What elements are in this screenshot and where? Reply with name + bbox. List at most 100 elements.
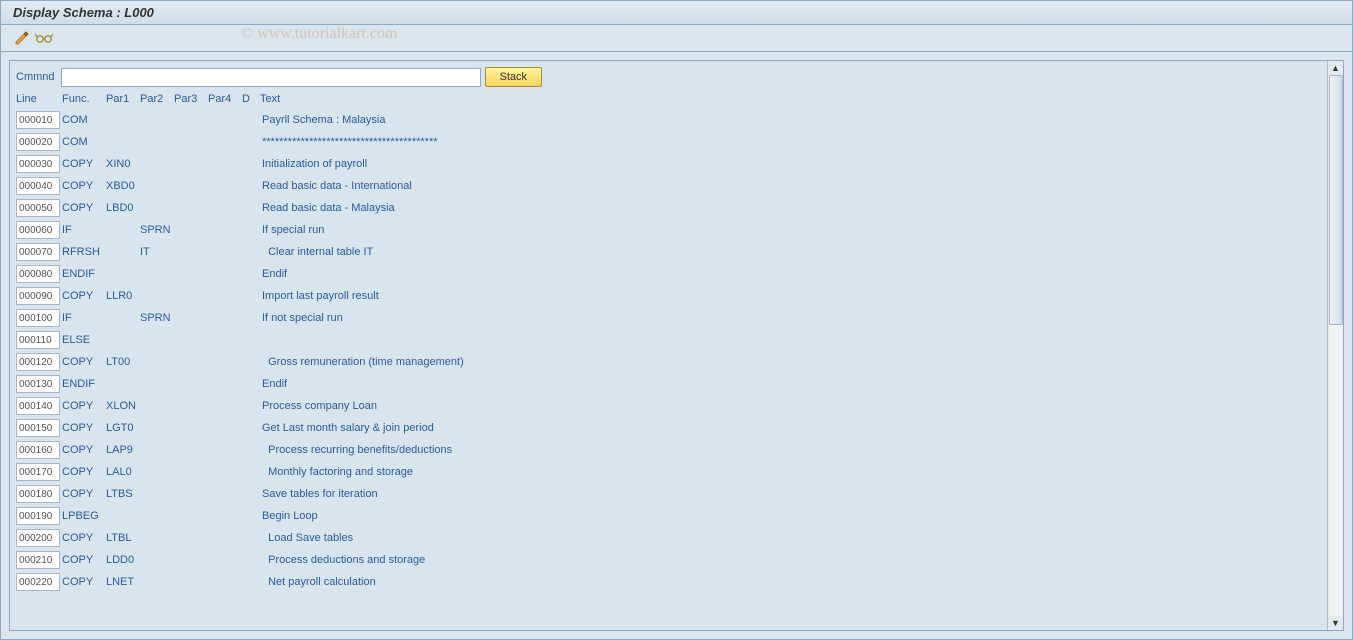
text-cell[interactable]: Get Last month salary & join period — [260, 422, 1321, 434]
command-input[interactable] — [61, 68, 481, 87]
func-cell[interactable]: COPY — [62, 466, 106, 478]
text-cell[interactable]: ****************************************… — [260, 136, 1321, 148]
par1-cell[interactable]: XBD0 — [106, 180, 140, 192]
table-row: COPYLGT0 Get Last month salary & join per… — [16, 417, 1321, 439]
func-cell[interactable]: COPY — [62, 158, 106, 170]
text-cell[interactable]: If not special run — [260, 312, 1321, 324]
text-cell[interactable]: Process recurring benefits/deductions — [260, 444, 1321, 456]
text-cell[interactable]: Load Save tables — [260, 532, 1321, 544]
line-number-input[interactable] — [16, 133, 60, 151]
header-par4: Par4 — [208, 93, 242, 105]
line-number-input[interactable] — [16, 177, 60, 195]
line-number-input[interactable] — [16, 441, 60, 459]
command-row: Cmmnd Stack — [16, 67, 1321, 87]
par1-cell[interactable]: LT00 — [106, 356, 140, 368]
func-cell[interactable]: IF — [62, 312, 106, 324]
text-cell[interactable]: Monthly factoring and storage — [260, 466, 1321, 478]
text-cell[interactable]: Read basic data - International — [260, 180, 1321, 192]
par1-cell[interactable]: LLR0 — [106, 290, 140, 302]
scroll-up-icon[interactable]: ▲ — [1331, 63, 1340, 73]
vertical-scrollbar[interactable]: ▲ ▼ — [1327, 61, 1343, 630]
par1-cell[interactable]: XIN0 — [106, 158, 140, 170]
table-row: COPYLT00 Gross remuneration (time manage… — [16, 351, 1321, 373]
text-cell[interactable]: Clear internal table IT — [260, 246, 1321, 258]
func-cell[interactable]: COPY — [62, 202, 106, 214]
par1-cell[interactable]: LTBL — [106, 532, 140, 544]
func-cell[interactable]: COPY — [62, 488, 106, 500]
text-cell[interactable]: Process company Loan — [260, 400, 1321, 412]
scroll-track[interactable] — [1329, 75, 1343, 616]
text-cell[interactable]: Gross remuneration (time management) — [260, 356, 1321, 368]
func-cell[interactable]: COPY — [62, 290, 106, 302]
header-d: D — [242, 93, 260, 105]
table-row: COM *************************************… — [16, 131, 1321, 153]
line-number-input[interactable] — [16, 485, 60, 503]
par1-cell[interactable]: XLON — [106, 400, 140, 412]
par2-cell: SPRN — [140, 312, 174, 324]
par1-cell[interactable]: LBD0 — [106, 202, 140, 214]
func-cell[interactable]: IF — [62, 224, 106, 236]
func-cell[interactable]: COPY — [62, 180, 106, 192]
line-number-input[interactable] — [16, 221, 60, 239]
par1-cell[interactable]: LAL0 — [106, 466, 140, 478]
line-number-input[interactable] — [16, 265, 60, 283]
line-number-input[interactable] — [16, 243, 60, 261]
func-cell[interactable]: COPY — [62, 356, 106, 368]
func-cell[interactable]: COM — [62, 114, 106, 126]
line-number-input[interactable] — [16, 573, 60, 591]
line-number-input[interactable] — [16, 551, 60, 569]
table-row: COPYLAP9 Process recurring benefits/dedu… — [16, 439, 1321, 461]
text-cell[interactable]: Initialization of payroll — [260, 158, 1321, 170]
glasses-icon[interactable] — [35, 30, 53, 46]
edit-pencil-icon[interactable] — [13, 30, 31, 46]
text-cell[interactable]: Process deductions and storage — [260, 554, 1321, 566]
text-cell[interactable]: Import last payroll result — [260, 290, 1321, 302]
line-number-input[interactable] — [16, 419, 60, 437]
line-number-input[interactable] — [16, 331, 60, 349]
func-cell[interactable]: COPY — [62, 422, 106, 434]
line-number-input[interactable] — [16, 397, 60, 415]
func-cell[interactable]: LPBEG — [62, 510, 106, 522]
text-cell[interactable]: Begin Loop — [260, 510, 1321, 522]
func-cell[interactable]: COM — [62, 136, 106, 148]
func-cell[interactable]: COPY — [62, 444, 106, 456]
text-cell[interactable]: Net payroll calculation — [260, 576, 1321, 588]
line-number-input[interactable] — [16, 199, 60, 217]
line-number-input[interactable] — [16, 507, 60, 525]
func-cell[interactable]: RFRSH — [62, 246, 106, 258]
line-number-input[interactable] — [16, 287, 60, 305]
text-cell[interactable]: If special run — [260, 224, 1321, 236]
par1-cell[interactable]: LNET — [106, 576, 140, 588]
toolbar: © www.tutorialkart.com — [1, 25, 1352, 52]
func-cell[interactable]: ENDIF — [62, 268, 106, 280]
table-row: COPYXBD0 Read basic data - International — [16, 175, 1321, 197]
table-row: COPYLLR0 Import last payroll result — [16, 285, 1321, 307]
func-cell[interactable]: COPY — [62, 554, 106, 566]
par1-cell[interactable]: LAP9 — [106, 444, 140, 456]
line-number-input[interactable] — [16, 155, 60, 173]
line-number-input[interactable] — [16, 353, 60, 371]
text-cell[interactable]: Payrll Schema : Malaysia — [260, 114, 1321, 126]
stack-button[interactable]: Stack — [485, 67, 543, 87]
line-number-input[interactable] — [16, 529, 60, 547]
line-number-input[interactable] — [16, 463, 60, 481]
scroll-down-icon[interactable]: ▼ — [1331, 618, 1340, 628]
par2-cell: IT — [140, 246, 174, 258]
text-cell[interactable]: Endif — [260, 268, 1321, 280]
par1-cell[interactable]: LTBS — [106, 488, 140, 500]
text-cell[interactable]: Read basic data - Malaysia — [260, 202, 1321, 214]
func-cell[interactable]: ELSE — [62, 334, 106, 346]
watermark: © www.tutorialkart.com — [241, 25, 397, 43]
func-cell[interactable]: COPY — [62, 576, 106, 588]
text-cell[interactable]: Save tables for iteration — [260, 488, 1321, 500]
line-number-input[interactable] — [16, 375, 60, 393]
scroll-thumb[interactable] — [1329, 75, 1343, 325]
par1-cell[interactable]: LGT0 — [106, 422, 140, 434]
par1-cell[interactable]: LDD0 — [106, 554, 140, 566]
line-number-input[interactable] — [16, 309, 60, 327]
text-cell[interactable]: Endif — [260, 378, 1321, 390]
func-cell[interactable]: COPY — [62, 532, 106, 544]
line-number-input[interactable] — [16, 111, 60, 129]
func-cell[interactable]: ENDIF — [62, 378, 106, 390]
func-cell[interactable]: COPY — [62, 400, 106, 412]
